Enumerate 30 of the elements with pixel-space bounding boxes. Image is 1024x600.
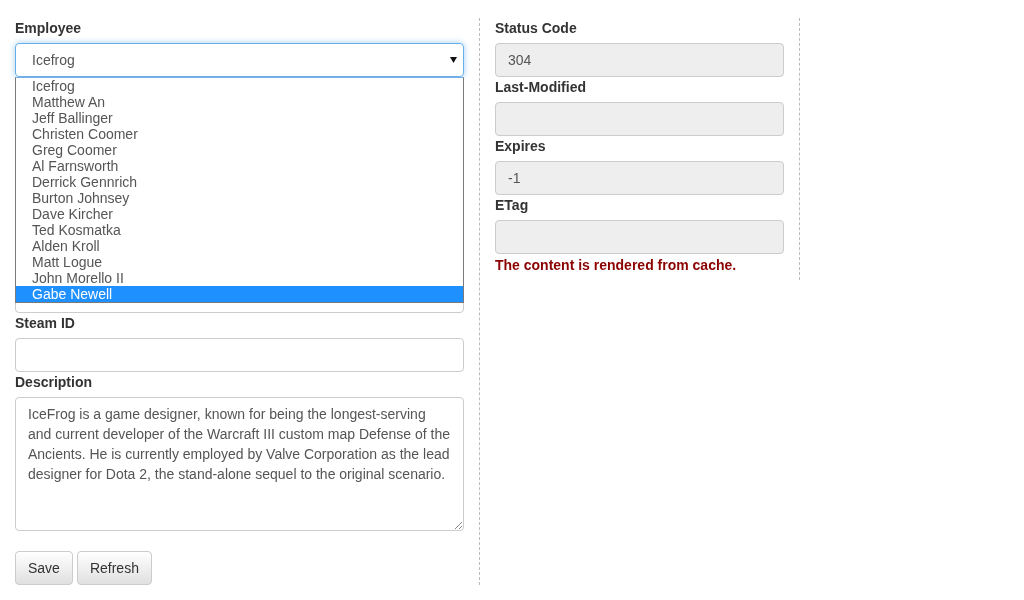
dropdown-option[interactable]: Christen Coomer [16,126,463,142]
field-label: ETag [495,195,529,215]
action-button[interactable]: Refresh [76,551,152,585]
caret-icon [450,57,457,63]
dropdown-option[interactable]: Burton Johnsey [16,190,463,206]
resize-handle-icon[interactable] [454,521,462,529]
dropdown-option[interactable]: John Morello II [16,270,463,286]
field-label: Steam ID [15,313,75,333]
field-label: Last-Modified [495,77,586,97]
dropdown-option[interactable]: Greg Coomer [16,142,463,158]
field-label: Status Code [495,18,577,38]
dropdown-option[interactable]: Derrick Gennrich [16,174,463,190]
action-button[interactable]: Save [15,551,73,585]
description-textarea[interactable]: IceFrog is a game designer, known for being the longest-serving and current developer of the Warcraft III custom map Defense of the Ancients. He is currently employed by Valve Corporation as the lead designer for Dota 2, the stand-alone sequel to the original scenario. [15,397,464,531]
dropdown-option[interactable]: Al Farnsworth [16,158,463,174]
field-label: Employee [15,18,82,38]
dropdown-option[interactable]: Jeff Ballinger [16,110,463,126]
field-label: Expires [495,136,546,156]
steam-id-field[interactable] [15,338,464,372]
dropdown-option[interactable]: Alden Kroll [16,238,463,254]
dropdown-option[interactable]: Matthew An [16,94,463,110]
dropdown-option[interactable]: Dave Kircher [16,206,463,222]
dropdown-option[interactable]: Icefrog [16,78,463,94]
header-field: 304 [495,43,784,77]
cache-message: The content is rendered from cache. [495,255,737,275]
dropdown-option[interactable]: Ted Kosmatka [16,222,463,238]
header-field: -1 [495,161,784,195]
field-label: Description [15,372,92,392]
employee-select[interactable]: Icefrog [15,43,464,77]
dropdown-option[interactable]: Matt Logue [16,254,463,270]
